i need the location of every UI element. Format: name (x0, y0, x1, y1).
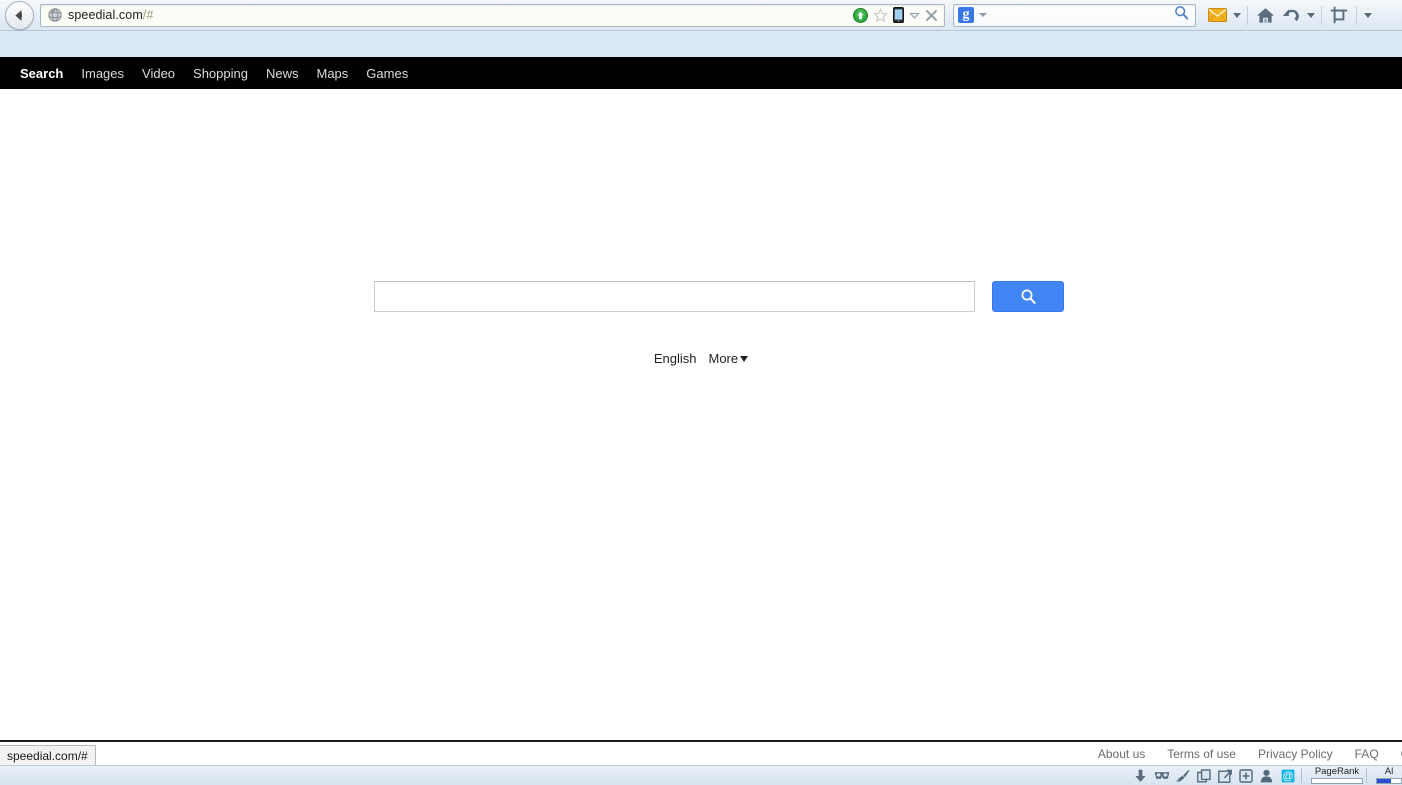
pagerank-widget[interactable]: PageRank (1311, 767, 1363, 784)
globe-icon (47, 7, 63, 23)
status-bar: speedial.com/# (0, 745, 96, 765)
nav-item-search[interactable]: Search (20, 66, 63, 81)
alexa-label: Al (1384, 766, 1394, 777)
nav-item-images[interactable]: Images (81, 66, 124, 81)
nav-item-maps[interactable]: Maps (317, 66, 349, 81)
bookmark-star-icon[interactable] (873, 7, 888, 23)
mail-icon[interactable] (1204, 3, 1230, 28)
undo-icon[interactable] (1278, 3, 1304, 28)
toolbar-right-buttons (1204, 0, 1374, 30)
at-sign-icon[interactable]: @ (1277, 767, 1298, 785)
nav-item-video[interactable]: Video (142, 66, 175, 81)
language-more-link[interactable]: More (709, 351, 749, 366)
status-bar-text: speedial.com/# (7, 748, 88, 763)
search-form (374, 281, 1064, 312)
more-caret-icon (740, 356, 749, 362)
footer: About us Terms of use Privacy Policy FAQ… (0, 742, 1402, 765)
undo-dropdown-caret-icon[interactable] (1304, 3, 1317, 28)
more-label: More (708, 351, 739, 366)
toolbar-separator-2 (1321, 5, 1322, 25)
share-icon[interactable] (1214, 767, 1235, 785)
person-icon[interactable] (1256, 767, 1277, 785)
browser-toolbar: speedial.com/# g (0, 0, 1402, 31)
language-english-link[interactable]: English (654, 351, 697, 366)
back-arrow-icon (15, 9, 22, 21)
footer-link-about-us[interactable]: About us (1098, 747, 1145, 761)
bottom-toolbar-separator (1301, 768, 1302, 783)
save-icon[interactable] (1235, 767, 1256, 785)
search-engine-caret-icon[interactable] (979, 13, 987, 17)
mail-dropdown-caret-icon[interactable] (1230, 3, 1243, 28)
url-bar-actions (853, 7, 944, 23)
mobile-view-icon[interactable] (893, 7, 904, 23)
footer-link-faq[interactable]: FAQ (1355, 747, 1379, 761)
url-text: speedial.com/# (68, 8, 153, 22)
toolbar-search-icon[interactable] (1174, 5, 1189, 25)
site-nav: Search Images Video Shopping News Maps G… (0, 57, 1402, 89)
toolbar-filler-band (0, 31, 1402, 57)
alexa-gauge (1376, 778, 1402, 784)
url-host: speedial.com (68, 8, 143, 22)
back-button[interactable] (5, 0, 34, 30)
url-bar[interactable]: speedial.com/# (40, 3, 945, 27)
footer-link-privacy-policy[interactable]: Privacy Policy (1258, 747, 1333, 761)
copy-icon[interactable] (1193, 767, 1214, 785)
bottom-toolbar-separator-2 (1366, 768, 1367, 783)
sunglasses-icon[interactable] (1151, 767, 1172, 785)
close-icon[interactable] (925, 9, 938, 22)
search-button[interactable] (992, 281, 1064, 312)
toolbar-separator-3 (1356, 5, 1357, 25)
download-manager-icon[interactable] (853, 7, 868, 23)
svg-text:@: @ (1282, 770, 1293, 782)
paintbrush-icon[interactable] (1172, 767, 1193, 785)
pagerank-gauge (1311, 778, 1363, 784)
footer-link-terms-of-use[interactable]: Terms of use (1167, 747, 1236, 761)
google-logo-icon: g (958, 7, 974, 23)
nav-item-shopping[interactable]: Shopping (193, 66, 248, 81)
alexa-rank-widget[interactable]: Al (1376, 767, 1402, 784)
language-selector: English More (0, 351, 1402, 366)
pagerank-label: PageRank (1314, 766, 1360, 777)
nav-item-games[interactable]: Games (366, 66, 408, 81)
search-input[interactable] (374, 281, 975, 312)
crop-dropdown-caret-icon[interactable] (1361, 3, 1374, 28)
crop-icon[interactable] (1326, 3, 1352, 28)
page-body: English More (0, 89, 1402, 740)
url-fragment: /# (142, 8, 154, 22)
dropdown-caret-icon[interactable] (909, 10, 920, 21)
home-icon[interactable] (1252, 3, 1278, 28)
nav-item-news[interactable]: News (266, 66, 299, 81)
toolbar-separator (1247, 5, 1248, 25)
bottom-toolbar: @ PageRank Al (0, 765, 1402, 785)
search-icon (1021, 289, 1036, 304)
download-icon[interactable] (1130, 767, 1151, 785)
google-search-box[interactable]: g (953, 3, 1196, 27)
